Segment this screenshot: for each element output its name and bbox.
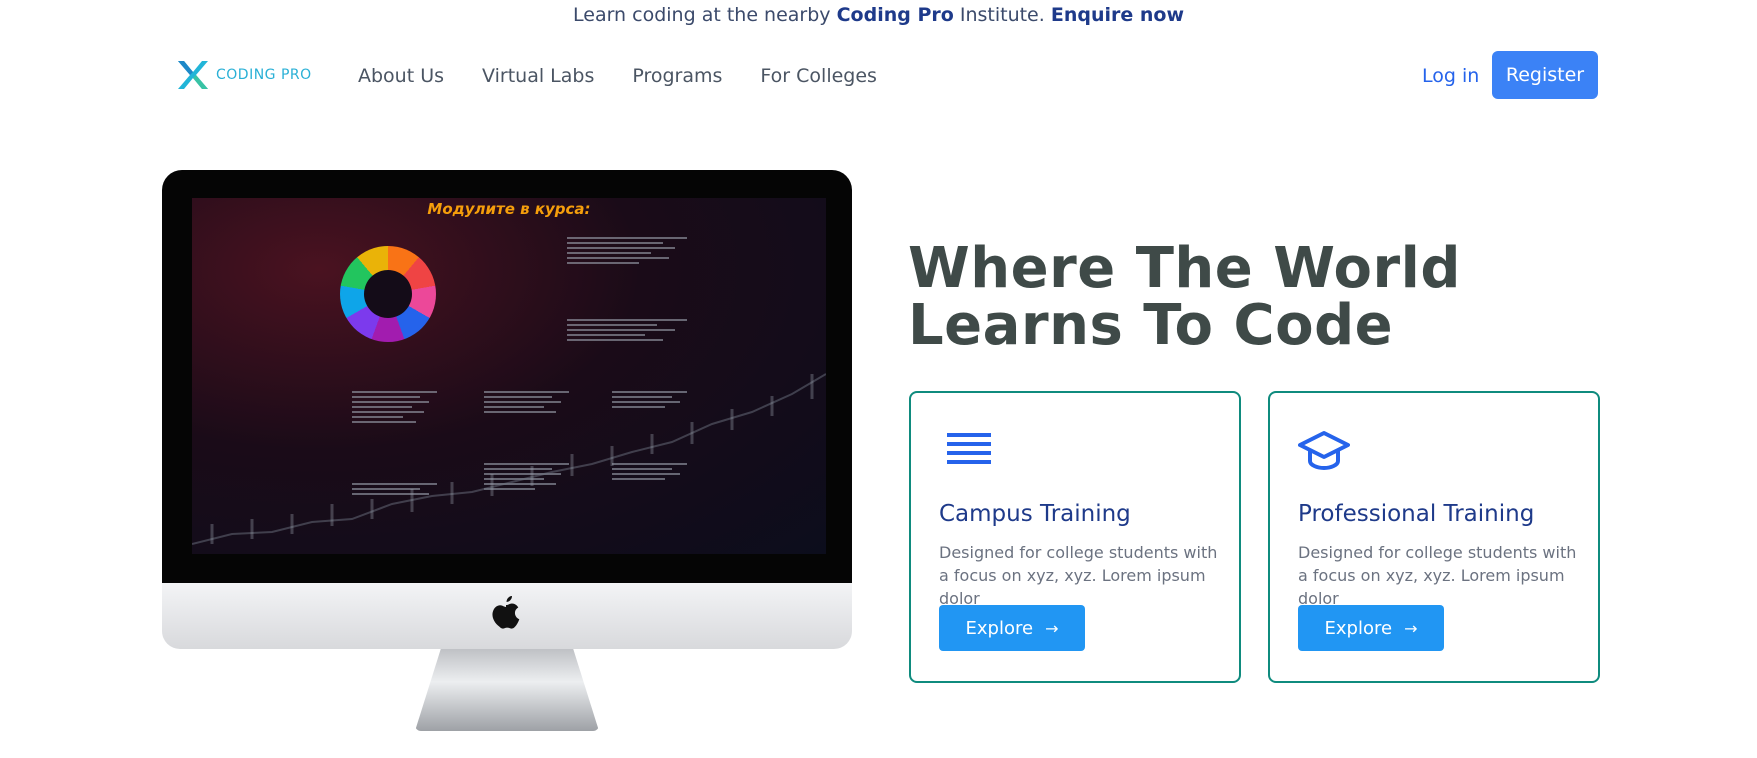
list-lines-icon [947, 433, 991, 464]
slide-title: Модулите в курса: [427, 200, 591, 218]
candlestick-background [192, 373, 826, 545]
announcement-suffix: Institute. [959, 4, 1045, 26]
announcement-prefix: Learn coding at the nearby [573, 4, 831, 26]
slide-text-block [567, 316, 687, 344]
slide-text-block [567, 234, 687, 267]
professional-training-card: Professional Training Designed for colle… [1268, 391, 1600, 683]
apple-logo-icon [492, 596, 520, 629]
enquire-now-link[interactable]: Enquire now [1051, 4, 1184, 26]
nav-item-about-us[interactable]: About Us [358, 62, 444, 90]
hero-headline-line1: Where The World [908, 236, 1461, 301]
explore-button[interactable]: Explore → [939, 605, 1085, 651]
announcement-brand: Coding Pro [836, 4, 954, 26]
imac-screen: Модулите в курса: [162, 170, 852, 583]
graduation-cap-icon [1298, 431, 1350, 471]
nav-item-programs[interactable]: Programs [632, 62, 722, 90]
card-description: Designed for college students with a foc… [939, 543, 1218, 608]
hero-imac-image: Модулите в курса: [162, 170, 852, 742]
card-description: Designed for college students with a foc… [1298, 543, 1577, 608]
register-button[interactable]: Register [1492, 51, 1598, 99]
course-modules-slide: Модулите в курса: [192, 198, 826, 554]
card-title: Campus Training [939, 501, 1131, 527]
x-logo-icon [178, 61, 208, 89]
imac-stand [415, 649, 599, 731]
main-nav: About Us Virtual Labs Programs For Colle… [358, 62, 877, 90]
login-link[interactable]: Log in [1422, 62, 1479, 90]
hero-headline-line2: Learns To Code [908, 293, 1394, 358]
card-title: Professional Training [1298, 501, 1535, 527]
explore-button[interactable]: Explore → [1298, 605, 1444, 651]
announcement-bar: Learn coding at the nearby Coding Pro In… [0, 0, 1757, 30]
explore-button-label: Explore [965, 617, 1034, 639]
hero-headline: Where The World Learns To Code [908, 240, 1461, 354]
modules-ring-graphic [340, 246, 436, 342]
logo-text: CODING PRO [216, 67, 312, 83]
arrow-right-icon: → [1404, 618, 1418, 638]
campus-training-card: Campus Training Designed for college stu… [909, 391, 1241, 683]
nav-item-virtual-labs[interactable]: Virtual Labs [482, 62, 594, 90]
arrow-right-icon: → [1045, 618, 1059, 638]
explore-button-label: Explore [1324, 617, 1393, 639]
logo[interactable]: CODING PRO [176, 58, 312, 92]
nav-item-for-colleges[interactable]: For Colleges [760, 62, 877, 90]
